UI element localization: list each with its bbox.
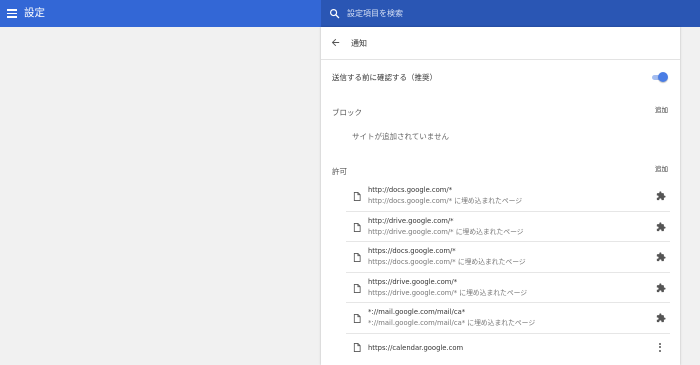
site-row[interactable]: http://drive.google.com/* http://drive.g… [346,212,670,242]
block-add-button[interactable]: 追加 [655,106,668,115]
ask-before-sending-toggle[interactable] [651,72,668,83]
file-icon [353,283,361,293]
back-arrow-icon[interactable] [330,37,341,48]
ask-before-sending-label: 送信する前に確認する（推奨） [332,73,437,82]
puzzle-extension-icon[interactable] [656,191,666,201]
top-app-bar: 設定 設定項目を検索 [0,0,700,27]
puzzle-extension-icon[interactable] [656,221,666,232]
divider [321,59,680,60]
more-vert-icon[interactable] [658,342,662,353]
toggle-knob [658,72,668,82]
file-icon [353,192,361,201]
block-section-label: ブロック [332,108,362,117]
puzzle-extension-icon[interactable] [656,282,666,293]
puzzle-extension-icon[interactable] [656,252,666,262]
notifications-settings-panel: 通知 送信する前に確認する（推奨） ブロック 追加 サイトが追加されていません … [321,27,680,365]
site-embedded-label: http://drive.google.com/* に埋め込まれたページ [368,227,524,236]
allowed-sites-list: http://docs.google.com/* http://docs.goo… [346,181,670,360]
site-row[interactable]: *://mail.google.com/mail/ca* *://mail.go… [346,303,670,334]
site-url: http://drive.google.com/* [368,216,454,225]
app-title: 設定 [24,7,45,19]
search-icon [330,9,340,19]
site-url: https://docs.google.com/* [368,247,456,255]
site-row[interactable]: http://docs.google.com/* http://docs.goo… [346,181,670,212]
site-embedded-label: http://docs.google.com/* に埋め込まれたページ [368,197,523,205]
site-embedded-label: *://mail.google.com/mail/ca* に埋め込まれたページ [368,319,536,327]
site-row[interactable]: https://docs.google.com/* https://docs.g… [346,242,670,273]
search-placeholder: 設定項目を検索 [347,9,403,18]
site-url: *://mail.google.com/mail/ca* [368,308,466,316]
file-icon [353,314,361,323]
block-empty-message: サイトが追加されていません [352,132,450,141]
file-icon [353,342,361,352]
site-embedded-label: https://drive.google.com/* に埋め込まれたページ [368,288,528,297]
allow-add-button[interactable]: 追加 [655,165,668,174]
search-input[interactable]: 設定項目を検索 [321,0,700,27]
page-title: 通知 [351,39,367,48]
hamburger-menu-icon[interactable] [7,9,17,18]
site-url: https://drive.google.com/* [368,277,458,286]
site-embedded-label: https://docs.google.com/* に埋め込まれたページ [368,258,526,266]
site-url: http://docs.google.com/* [368,186,453,194]
allow-section-label: 許可 [332,167,347,176]
site-row[interactable]: https://calendar.google.com [346,334,670,360]
site-url: https://calendar.google.com [368,343,464,352]
file-icon [353,222,361,232]
puzzle-extension-icon[interactable] [656,313,666,323]
site-row[interactable]: https://drive.google.com/* https://drive… [346,273,670,303]
file-icon [353,253,361,262]
